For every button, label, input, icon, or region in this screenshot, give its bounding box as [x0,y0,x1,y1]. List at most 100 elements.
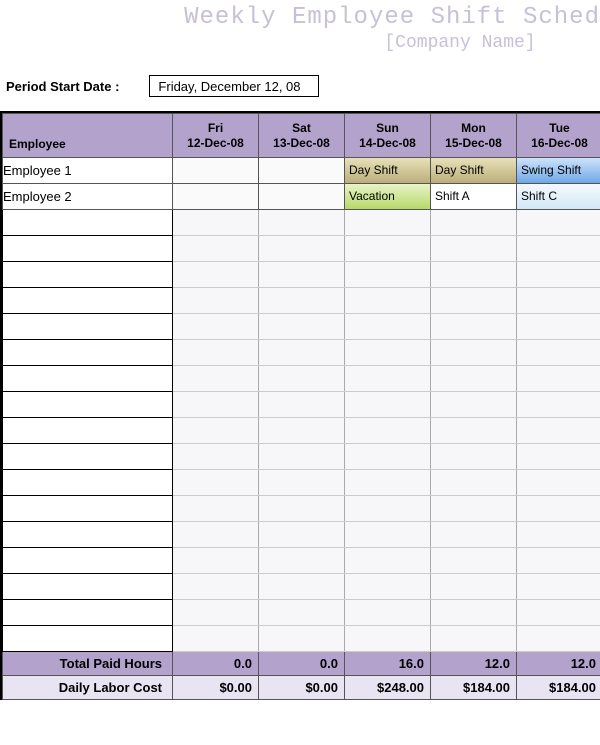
employee-cell[interactable] [3,314,173,340]
shift-cell[interactable] [173,158,259,184]
shift-cell[interactable] [259,262,345,288]
shift-cell[interactable] [259,470,345,496]
employee-cell[interactable] [3,626,173,652]
shift-cell[interactable] [173,262,259,288]
shift-cell[interactable] [173,366,259,392]
shift-cell[interactable] [173,522,259,548]
shift-cell[interactable] [517,522,600,548]
employee-cell[interactable] [3,210,173,236]
shift-cell[interactable] [259,574,345,600]
shift-cell[interactable] [173,288,259,314]
employee-cell[interactable] [3,392,173,418]
employee-cell[interactable] [3,236,173,262]
shift-cell[interactable] [517,288,600,314]
shift-cell[interactable] [431,548,517,574]
employee-cell[interactable] [3,262,173,288]
shift-cell[interactable] [173,210,259,236]
shift-cell[interactable] [259,210,345,236]
shift-cell[interactable] [345,418,431,444]
shift-cell[interactable] [517,574,600,600]
shift-cell[interactable] [173,548,259,574]
shift-cell[interactable] [259,366,345,392]
shift-cell[interactable]: Day Shift [345,158,431,184]
shift-cell[interactable] [431,366,517,392]
shift-cell[interactable] [173,470,259,496]
shift-cell[interactable] [345,470,431,496]
shift-cell[interactable] [517,418,600,444]
employee-cell[interactable] [3,366,173,392]
shift-cell[interactable] [173,444,259,470]
shift-cell[interactable] [517,470,600,496]
shift-cell[interactable] [431,522,517,548]
employee-cell[interactable] [3,574,173,600]
period-start-input[interactable]: Friday, December 12, 08 [149,75,319,97]
shift-cell[interactable] [431,600,517,626]
employee-cell[interactable] [3,418,173,444]
employee-cell[interactable] [3,470,173,496]
shift-cell[interactable]: Swing Shift [517,158,600,184]
shift-cell[interactable] [517,392,600,418]
employee-cell[interactable] [3,548,173,574]
shift-cell[interactable] [517,210,600,236]
shift-cell[interactable] [259,522,345,548]
shift-cell[interactable] [431,418,517,444]
shift-cell[interactable] [345,626,431,652]
shift-cell[interactable] [345,262,431,288]
shift-cell[interactable]: Shift C [517,184,600,210]
shift-cell[interactable] [431,496,517,522]
shift-cell[interactable] [431,626,517,652]
shift-cell[interactable] [517,314,600,340]
shift-cell[interactable] [173,184,259,210]
shift-cell[interactable] [431,470,517,496]
shift-cell[interactable] [173,314,259,340]
shift-cell[interactable]: Day Shift [431,158,517,184]
shift-cell[interactable] [259,496,345,522]
shift-cell[interactable] [345,496,431,522]
shift-cell[interactable] [431,236,517,262]
employee-cell[interactable] [3,600,173,626]
shift-cell[interactable] [517,496,600,522]
shift-cell[interactable] [173,600,259,626]
shift-cell[interactable] [259,626,345,652]
shift-cell[interactable] [517,366,600,392]
shift-cell[interactable] [345,600,431,626]
shift-cell[interactable] [517,626,600,652]
shift-cell[interactable] [517,548,600,574]
shift-cell[interactable] [345,444,431,470]
shift-cell[interactable] [173,626,259,652]
shift-cell[interactable] [259,340,345,366]
shift-cell[interactable] [259,236,345,262]
shift-cell[interactable] [345,392,431,418]
shift-cell[interactable] [431,444,517,470]
shift-cell[interactable] [517,262,600,288]
shift-cell[interactable] [431,574,517,600]
shift-cell[interactable] [173,236,259,262]
shift-cell[interactable] [259,600,345,626]
employee-cell[interactable]: Employee 2 [3,184,173,210]
employee-cell[interactable] [3,340,173,366]
shift-cell[interactable] [517,444,600,470]
shift-cell[interactable] [173,496,259,522]
employee-cell[interactable] [3,522,173,548]
shift-cell[interactable] [259,392,345,418]
shift-cell[interactable] [173,574,259,600]
shift-cell[interactable] [259,158,345,184]
shift-cell[interactable] [345,314,431,340]
shift-cell[interactable] [431,262,517,288]
shift-cell[interactable] [431,314,517,340]
shift-cell[interactable] [259,548,345,574]
shift-cell[interactable] [345,340,431,366]
shift-cell[interactable] [345,548,431,574]
shift-cell[interactable] [173,418,259,444]
shift-cell[interactable] [345,366,431,392]
shift-cell[interactable] [259,418,345,444]
employee-cell[interactable] [3,288,173,314]
shift-cell[interactable]: Vacation [345,184,431,210]
shift-cell[interactable] [345,210,431,236]
shift-cell[interactable] [173,340,259,366]
employee-cell[interactable]: Employee 1 [3,158,173,184]
shift-cell[interactable] [259,444,345,470]
shift-cell[interactable] [431,210,517,236]
shift-cell[interactable] [173,392,259,418]
employee-cell[interactable] [3,496,173,522]
